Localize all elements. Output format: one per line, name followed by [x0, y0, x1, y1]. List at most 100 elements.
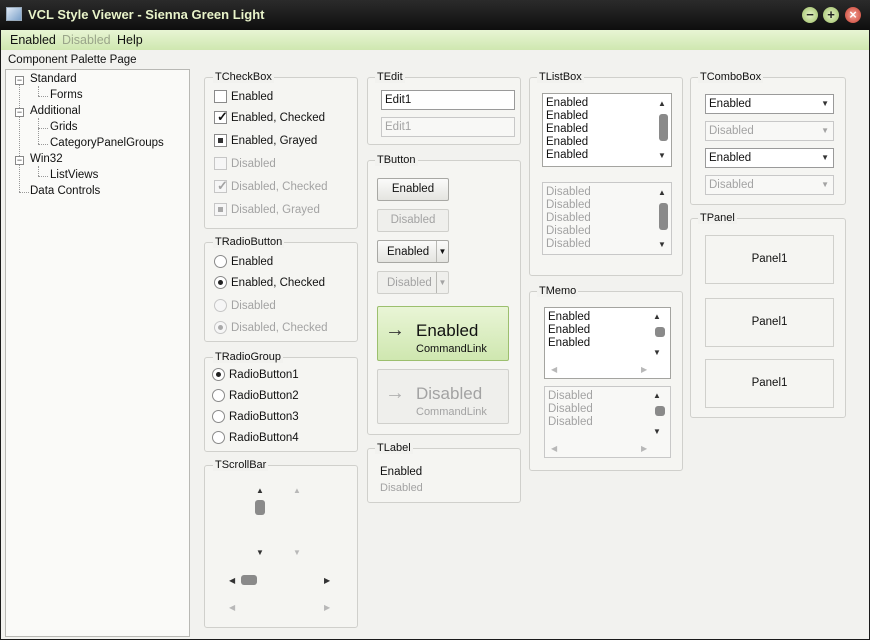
split-button-disabled-label: Disabled	[387, 277, 432, 289]
memo-disabled[interactable]: Disabled Disabled Disabled ▲ ▼ ◀ ▶	[544, 386, 671, 458]
arrow-right-icon: →	[385, 382, 405, 404]
scroll-up-icon[interactable]: ▲	[653, 312, 661, 321]
listbox-disabled[interactable]: Disabled Disabled Disabled Disabled Disa…	[542, 182, 672, 255]
commandlink-enabled[interactable]: → Enabled CommandLink	[377, 306, 509, 361]
checkbox-enabled[interactable]	[214, 90, 227, 103]
chevron-down-icon[interactable]: ▼	[821, 99, 829, 108]
commandlink-disabled-sub: CommandLink	[416, 406, 487, 418]
panel-2: Panel1	[705, 298, 834, 347]
radio-disabled-checked[interactable]	[214, 321, 227, 334]
radiogroup-item-1[interactable]	[212, 368, 225, 381]
button-group-label: TButton	[375, 154, 418, 166]
commandlink-disabled-title: Disabled	[416, 384, 483, 403]
combobox-disabled-2[interactable]: Disabled ▼	[705, 175, 834, 195]
scroll-thumb	[659, 203, 668, 230]
checkbox-disabled[interactable]	[214, 157, 227, 170]
panel-3: Panel1	[705, 359, 834, 408]
combobox-enabled-2-value: Enabled	[709, 152, 752, 164]
scroll-right-icon: ▶	[641, 365, 648, 374]
close-button[interactable]: ×	[845, 7, 861, 23]
disabled-button[interactable]: Disabled	[377, 209, 449, 232]
vscroll-thumb[interactable]	[255, 500, 265, 515]
combobox-enabled-1[interactable]: Enabled ▼	[705, 94, 834, 114]
list-item[interactable]: Enabled	[546, 123, 588, 135]
listbox-scrollbar[interactable]: ▲ ▼	[655, 94, 671, 166]
title-bar[interactable]: VCL Style Viewer - Sienna Green Light − …	[0, 0, 870, 30]
scroll-down-icon[interactable]: ▼	[658, 151, 666, 160]
menu-help[interactable]: Help	[117, 33, 143, 47]
list-item[interactable]: Enabled	[546, 110, 588, 122]
maximize-button[interactable]: +	[823, 7, 839, 23]
scroll-right-icon[interactable]: ▶	[324, 576, 330, 585]
combobox-enabled-2[interactable]: Enabled ▼	[705, 148, 834, 168]
checkbox-disabled-grayed[interactable]	[214, 203, 227, 216]
scroll-left-icon[interactable]: ◀	[229, 576, 235, 585]
arrow-right-icon: →	[385, 319, 405, 341]
list-item[interactable]: Enabled	[546, 97, 588, 109]
radiogroup-item-3[interactable]	[212, 410, 225, 423]
radiogroup-item-2[interactable]	[212, 389, 225, 402]
edit-enabled-field[interactable]: Edit1	[381, 90, 515, 110]
tree-item-listviews[interactable]: ListViews	[50, 169, 98, 181]
split-button-disabled[interactable]: Disabled ▼	[377, 271, 449, 294]
scroll-thumb[interactable]	[655, 327, 665, 337]
scroll-down-icon: ▼	[658, 240, 666, 249]
scrollbar-group	[204, 465, 358, 628]
list-item[interactable]: Enabled	[546, 149, 588, 161]
tree-item-standard[interactable]: Standard	[30, 73, 77, 85]
scroll-left-disabled-icon: ◀	[229, 603, 236, 612]
checkbox-enabled-grayed[interactable]	[214, 134, 227, 147]
collapse-additional-icon[interactable]: −	[15, 108, 24, 117]
commandlink-disabled[interactable]: → Disabled CommandLink	[377, 369, 509, 424]
scroll-up-icon[interactable]: ▲	[256, 486, 264, 495]
radiogroup-label: TRadioGroup	[213, 351, 284, 363]
radio-enabled[interactable]	[214, 255, 227, 268]
tree-item-data-controls[interactable]: Data Controls	[30, 185, 100, 197]
hscroll-thumb[interactable]	[241, 575, 257, 585]
edit-disabled-field[interactable]: Edit1	[381, 117, 515, 137]
menu-enabled[interactable]: Enabled	[10, 33, 56, 47]
radio-disabled-checked-label: Disabled, Checked	[231, 322, 328, 334]
menu-disabled[interactable]: Disabled	[62, 33, 111, 47]
scroll-down-icon[interactable]: ▼	[653, 348, 661, 357]
enabled-button[interactable]: Enabled	[377, 178, 449, 201]
checkbox-enabled-checked[interactable]: ✓	[214, 109, 228, 124]
scroll-thumb[interactable]	[659, 114, 668, 141]
radiogroup-item-3-label: RadioButton3	[229, 411, 299, 423]
memo-line: Disabled	[548, 416, 593, 428]
checkbox-disabled-checked[interactable]: ✓	[214, 178, 228, 193]
tree-item-category-panel-groups[interactable]: CategoryPanelGroups	[50, 137, 164, 149]
scroll-up-icon[interactable]: ▲	[658, 99, 666, 108]
split-button-enabled[interactable]: Enabled ▼	[377, 240, 449, 263]
radiogroup-item-4[interactable]	[212, 431, 225, 444]
tree-item-forms[interactable]: Forms	[50, 89, 83, 101]
chevron-down-icon[interactable]: ▼	[821, 153, 829, 162]
panel-group-label: TPanel	[698, 212, 737, 224]
tree-item-additional[interactable]: Additional	[30, 105, 81, 117]
collapse-standard-icon[interactable]: −	[15, 76, 24, 85]
memo-line: Enabled	[548, 311, 591, 323]
radio-disabled[interactable]	[214, 299, 227, 312]
dropdown-arrow-icon[interactable]: ▼	[436, 241, 448, 262]
palette-tree[interactable]: − Standard Forms − Additional Grids Cate…	[5, 69, 190, 637]
radio-enabled-checked[interactable]	[214, 276, 227, 289]
tree-item-win32[interactable]: Win32	[30, 153, 63, 165]
radiobutton-group-label: TRadioButton	[213, 236, 285, 248]
collapse-win32-icon[interactable]: −	[15, 156, 24, 165]
label-enabled: Enabled	[380, 466, 423, 478]
combobox-group-label: TComboBox	[698, 71, 764, 83]
check-icon: ✓	[217, 109, 228, 124]
combobox-disabled-1[interactable]: Disabled ▼	[705, 121, 834, 141]
memo-enabled[interactable]: Enabled Enabled Enabled ▲ ▼ ◀ ▶	[544, 307, 671, 379]
checkbox-enabled-label: Enabled	[231, 91, 274, 103]
scroll-left-icon: ◀	[551, 444, 558, 453]
list-item[interactable]: Enabled	[546, 136, 588, 148]
commandlink-enabled-title: Enabled	[416, 321, 479, 340]
palette-label: Component Palette Page	[8, 54, 137, 66]
dropdown-arrow-icon[interactable]: ▼	[436, 272, 448, 293]
scroll-down-icon[interactable]: ▼	[256, 548, 264, 557]
minimize-button[interactable]: −	[802, 7, 818, 23]
scroll-thumb	[655, 406, 665, 416]
tree-item-grids[interactable]: Grids	[50, 121, 77, 133]
listbox-enabled[interactable]: Enabled Enabled Enabled Enabled Enabled …	[542, 93, 672, 167]
